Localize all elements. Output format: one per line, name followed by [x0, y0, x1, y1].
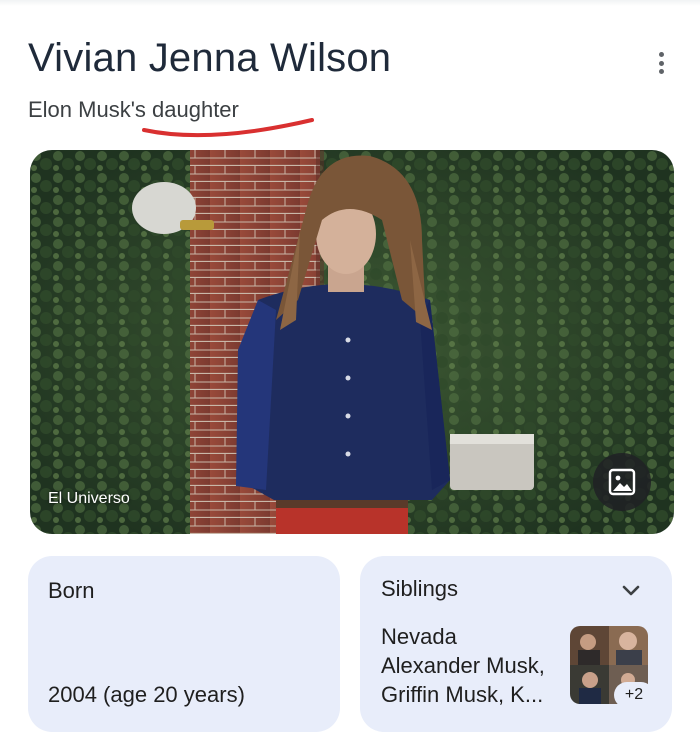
image-icon[interactable] [593, 453, 651, 511]
more-siblings-badge[interactable]: +2 [614, 682, 654, 708]
entity-photo[interactable] [30, 150, 674, 534]
born-label: Born [48, 578, 95, 603]
image-source-label[interactable]: El Universo [48, 490, 130, 508]
chevron-down-icon[interactable] [618, 578, 644, 604]
entity-title: Vivian Jenna Wilson [28, 36, 392, 80]
siblings-list: Nevada Alexander Musk, Griffin Musk, K..… [381, 622, 565, 709]
sibling-line: Nevada [381, 624, 457, 649]
red-underline-annotation [142, 118, 314, 138]
top-divider [0, 0, 700, 6]
born-card[interactable]: Born 2004 (age 20 years) [28, 556, 340, 732]
sibling-line: Griffin Musk, K... [381, 682, 544, 707]
siblings-card[interactable]: Siblings Nevada Alexander Musk, Griffin … [360, 556, 672, 732]
more-options-icon[interactable] [648, 48, 674, 78]
born-value: 2004 (age 20 years) [48, 682, 245, 707]
siblings-label: Siblings [381, 576, 459, 601]
sibling-line: Alexander Musk, [381, 653, 545, 678]
